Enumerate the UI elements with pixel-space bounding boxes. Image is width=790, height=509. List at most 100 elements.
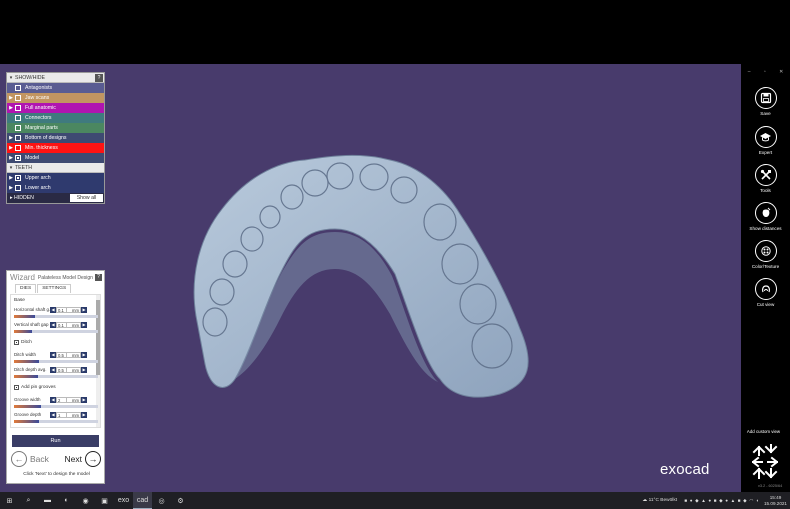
tab-settings[interactable]: SETTINGS [37, 284, 72, 293]
tools-button[interactable]: Tools [741, 164, 790, 193]
value-input[interactable]: 0.1 [56, 306, 67, 313]
slider[interactable] [14, 405, 98, 408]
increase-button[interactable]: ▶ [81, 366, 87, 373]
show-item-label: Antagonists [25, 85, 53, 91]
cut-view-button[interactable]: Cut view [741, 278, 790, 307]
dental-arch-model[interactable] [0, 64, 741, 492]
show-all-button[interactable]: Show all [70, 194, 103, 202]
hidden-label[interactable]: ▸ HIDDEN [7, 195, 70, 201]
right-toolbar: – ▫ ✕ Save Expert Tools Show distances C… [741, 64, 790, 492]
increase-button[interactable]: ▶ [81, 306, 87, 313]
show-item-bottom-of-designs[interactable]: ▶ Bottom of designs [7, 133, 104, 143]
file-explorer-icon[interactable]: ▬ [38, 492, 57, 509]
param-ditch-depth: Ditch depth avg. ◀ 0.5 mm ▶ [14, 366, 98, 373]
slider[interactable] [14, 360, 98, 363]
ditch-checkbox[interactable]: Ditch [14, 340, 32, 345]
show-item-label: Bottom of designs [25, 135, 67, 141]
expand-icon[interactable]: ▶ [7, 155, 15, 161]
tray-icon: ◆ [743, 497, 747, 503]
tab-dies[interactable]: DIES [15, 284, 37, 293]
maximize-button[interactable]: ▫ [764, 69, 766, 75]
slider[interactable] [14, 315, 98, 318]
app-icon[interactable]: ⚙ [171, 492, 190, 509]
teeth-item-lower-arch[interactable]: ▶ Lower arch [7, 183, 104, 193]
start-button[interactable]: ⊞ [0, 492, 19, 509]
show-hide-header[interactable]: ▾ SHOW/HIDE ? [7, 73, 104, 83]
back-button[interactable]: ← Back [11, 451, 49, 467]
show-distances-button[interactable]: Show distances [741, 202, 790, 231]
expert-label: Expert [758, 150, 773, 155]
checkbox[interactable] [15, 85, 21, 91]
back-label: Back [30, 454, 49, 464]
checkbox[interactable] [15, 185, 21, 191]
run-button[interactable]: Run [12, 435, 99, 447]
teeth-item-upper-arch[interactable]: ▶ Upper arch [7, 173, 104, 183]
wifi-icon: ◠ [749, 497, 754, 503]
expand-icon[interactable]: ▶ [7, 135, 15, 141]
expand-icon[interactable]: ▶ [7, 95, 15, 101]
help-button[interactable]: ? [95, 274, 102, 281]
checkbox-checked[interactable] [15, 175, 21, 181]
increase-button[interactable]: ▶ [81, 351, 87, 358]
checkbox-checked[interactable] [15, 155, 21, 161]
checkbox[interactable] [15, 105, 21, 111]
value-input[interactable]: 0.5 [56, 351, 67, 358]
checkbox-checked[interactable] [14, 385, 19, 390]
minimize-button[interactable]: – [748, 69, 751, 75]
chrome-icon[interactable]: ◉ [76, 492, 95, 509]
slider[interactable] [14, 420, 98, 423]
clock[interactable]: 15:49 15.09.2021 [764, 495, 787, 506]
checkbox[interactable] [15, 145, 21, 151]
show-item-model[interactable]: ▶ Model [7, 153, 104, 163]
exo-app-icon[interactable]: exo [114, 492, 133, 509]
exocad-app-icon[interactable]: cad [133, 492, 152, 509]
color-texture-label: Color/Texture [751, 264, 780, 269]
show-item-jaw-scans[interactable]: ▶ Jaw scans [7, 93, 104, 103]
pin-grooves-checkbox[interactable]: Add pin grooves [14, 385, 56, 390]
slider[interactable] [14, 330, 98, 333]
show-item-label: Jaw scans [25, 95, 50, 101]
checkbox-checked[interactable] [14, 340, 19, 345]
checkbox[interactable] [15, 125, 21, 131]
weather-widget[interactable]: ☁ 11°C Bewölkt [642, 498, 677, 503]
slider[interactable] [14, 375, 98, 378]
add-custom-view-label[interactable]: Add custom view [737, 429, 790, 434]
show-item-antagonists[interactable]: Antagonists [7, 83, 104, 93]
save-button[interactable]: Save [741, 87, 790, 116]
increase-button[interactable]: ▶ [81, 321, 87, 328]
param-label: Groove depth [14, 412, 42, 417]
checkbox[interactable] [15, 135, 21, 141]
teeth-header[interactable]: ▾ TEETH [7, 163, 104, 173]
value-input[interactable]: 2 [56, 396, 67, 403]
3d-viewport[interactable]: ▾ SHOW/HIDE ? Antagonists ▶ Jaw scans ▶ … [0, 64, 741, 492]
expand-icon[interactable]: ▶ [7, 105, 15, 111]
expand-icon[interactable]: ▶ [7, 175, 15, 181]
param-groove-width: Groove width ◀ 2 mm ▶ [14, 396, 98, 403]
increase-button[interactable]: ▶ [81, 411, 87, 418]
next-button[interactable]: Next → [65, 451, 101, 467]
expand-icon[interactable]: ▶ [7, 145, 15, 151]
firefox-icon[interactable]: ◐ [57, 492, 76, 509]
increase-button[interactable]: ▶ [81, 396, 87, 403]
expand-icon[interactable]: ▶ [7, 185, 15, 191]
value-input[interactable]: 0.1 [56, 321, 67, 328]
checkbox[interactable] [15, 95, 21, 101]
color-texture-button[interactable]: Color/Texture [741, 240, 790, 269]
wizard-panel: Wizard Palateless Model Design ? DIES SE… [6, 270, 105, 484]
show-item-min-thickness[interactable]: ▶ Min. thickness [7, 143, 104, 153]
word-icon[interactable]: ▣ [95, 492, 114, 509]
app-icon[interactable]: ◎ [152, 492, 171, 509]
tray-icons[interactable]: ■ ● ◆ ▲ ● ■ ◆ ● ▲ ■ ◆ ◠ ◖ [683, 498, 760, 504]
checkbox[interactable] [15, 115, 21, 121]
close-button[interactable]: ✕ [779, 69, 783, 75]
value-input[interactable]: 1 [56, 411, 67, 418]
view-arrows-icon[interactable] [752, 444, 778, 480]
show-item-marginal-parts[interactable]: Marginal parts [7, 123, 104, 133]
show-item-connectors[interactable]: Connectors [7, 113, 104, 123]
value-input[interactable]: 0.5 [56, 366, 67, 373]
expert-button[interactable]: Expert [741, 126, 790, 155]
help-button[interactable]: ? [95, 73, 103, 82]
tray-icon: ● [689, 497, 693, 503]
show-item-full-anatomic[interactable]: ▶ Full anatomic [7, 103, 104, 113]
search-icon[interactable]: ⌕ [19, 492, 38, 509]
